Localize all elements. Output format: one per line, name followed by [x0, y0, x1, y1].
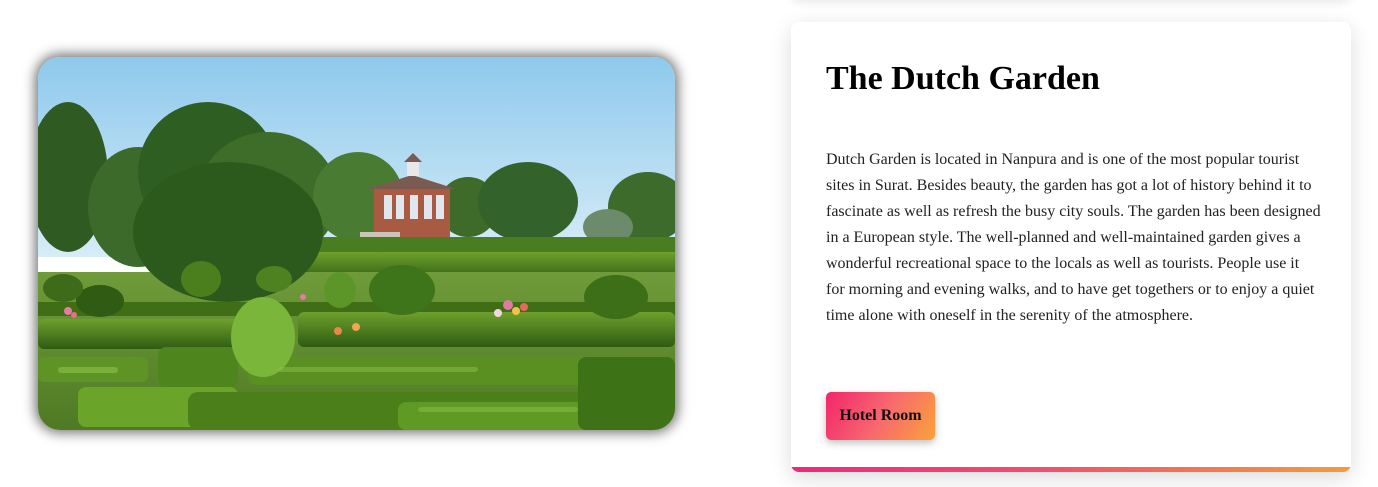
card-description: Dutch Garden is located in Nanpura and i… [826, 151, 1321, 324]
page: The Dutch Garden Dutch Garden is located… [0, 0, 1378, 487]
garden-illustration [38, 57, 675, 430]
info-card: The Dutch Garden Dutch Garden is located… [791, 22, 1351, 472]
hotel-room-button[interactable]: Hotel Room [826, 392, 935, 440]
garden-photo [38, 57, 675, 430]
card-accent-bar [791, 467, 1351, 472]
card-title: The Dutch Garden [826, 60, 1100, 97]
